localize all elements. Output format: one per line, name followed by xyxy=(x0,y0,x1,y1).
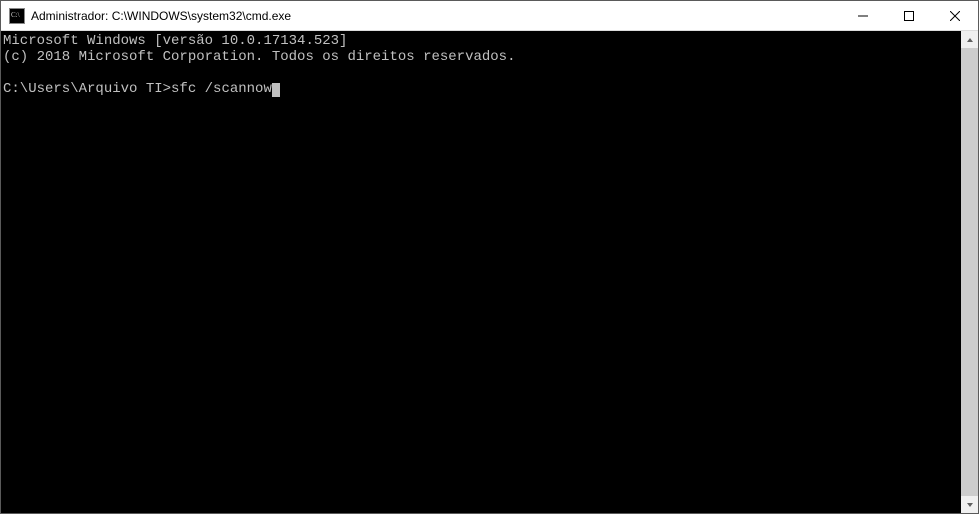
text-cursor xyxy=(272,83,280,97)
copyright-line: (c) 2018 Microsoft Corporation. Todos os… xyxy=(3,49,515,65)
window-controls xyxy=(840,1,978,30)
cmd-window: C:\ Administrador: C:\WINDOWS\system32\c… xyxy=(0,0,979,514)
scroll-track[interactable] xyxy=(961,48,978,496)
version-line: Microsoft Windows [versão 10.0.17134.523… xyxy=(3,33,347,49)
svg-text:C:\: C:\ xyxy=(11,11,20,19)
prompt: C:\Users\Arquivo TI> xyxy=(3,81,171,97)
scroll-down-button[interactable] xyxy=(961,496,978,513)
scroll-up-button[interactable] xyxy=(961,31,978,48)
vertical-scrollbar[interactable] xyxy=(961,31,978,513)
maximize-button[interactable] xyxy=(886,1,932,30)
command-input[interactable]: sfc /scannow xyxy=(171,81,272,97)
close-button[interactable] xyxy=(932,1,978,30)
cmd-icon: C:\ xyxy=(9,8,25,24)
content-area: Microsoft Windows [versão 10.0.17134.523… xyxy=(1,31,978,513)
minimize-button[interactable] xyxy=(840,1,886,30)
scroll-thumb[interactable] xyxy=(961,48,978,496)
titlebar[interactable]: C:\ Administrador: C:\WINDOWS\system32\c… xyxy=(1,1,978,31)
window-title: Administrador: C:\WINDOWS\system32\cmd.e… xyxy=(31,9,840,23)
terminal-output[interactable]: Microsoft Windows [versão 10.0.17134.523… xyxy=(1,31,961,513)
